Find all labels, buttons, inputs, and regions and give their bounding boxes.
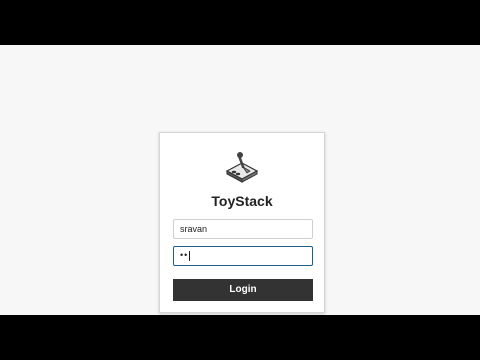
app-title: ToyStack [211, 193, 273, 209]
password-masked-value: •• [180, 250, 189, 260]
joystick-icon [225, 152, 259, 183]
text-caret [189, 250, 191, 261]
password-field[interactable]: •• [173, 246, 313, 266]
page-background: ToyStack sravan •• Login [0, 45, 480, 315]
login-card: ToyStack sravan •• Login [159, 132, 325, 313]
username-field[interactable]: sravan [173, 219, 313, 239]
login-button[interactable]: Login [173, 279, 313, 301]
